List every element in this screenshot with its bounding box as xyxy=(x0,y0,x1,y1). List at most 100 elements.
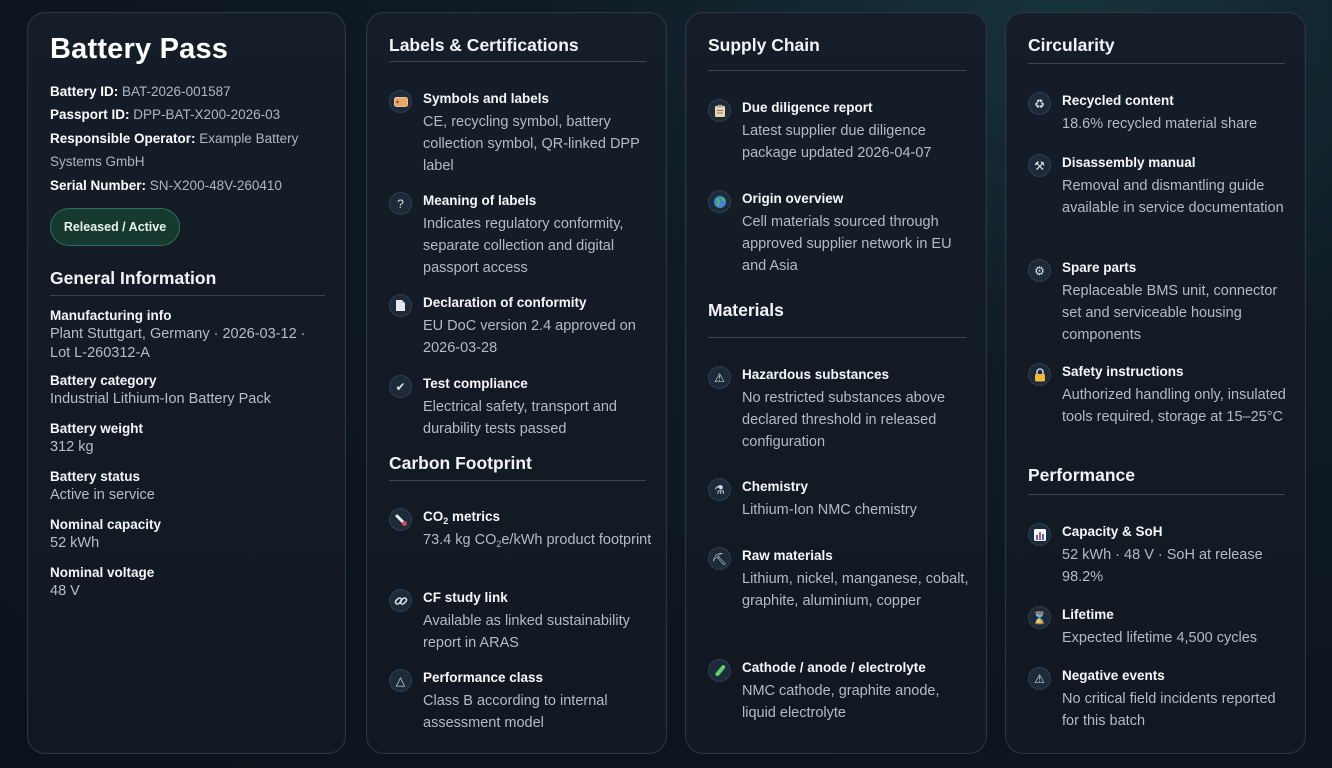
general-item-label: Battery weight xyxy=(50,421,144,436)
serial-value: SN-X200-48V-260410 xyxy=(149,178,282,193)
general-information-title: General Information xyxy=(50,268,217,288)
performance-title: Performance xyxy=(1028,465,1135,485)
warning-triangle-icon: △ xyxy=(389,669,412,692)
item-value: Available as linked sustainability repor… xyxy=(423,613,630,651)
divider xyxy=(708,70,966,71)
general-item-status: Battery status Active in service xyxy=(50,468,325,505)
general-item-value: Active in service xyxy=(50,487,155,503)
hazard-icon: ⚠ xyxy=(708,366,731,389)
item-label: CO2 metrics xyxy=(423,509,501,526)
hourglass-icon: ⌛ xyxy=(1028,606,1051,629)
item-label: Lifetime xyxy=(1062,607,1114,622)
general-item-weight: Battery weight 312 kg xyxy=(50,420,325,457)
item-label: Hazardous substances xyxy=(742,367,890,382)
bar-chart-icon xyxy=(1028,523,1051,546)
item-label: Cathode / anode / electrolyte xyxy=(742,660,926,675)
item-value: Latest supplier due diligence package up… xyxy=(742,123,932,161)
divider xyxy=(1028,63,1285,64)
item-value: Electrical safety, transport and durabil… xyxy=(423,399,617,437)
general-item-value: Plant Stuttgart, Germany · 2026-03-12 · … xyxy=(50,326,306,361)
battery-id-value: BAT-2026-001587 xyxy=(122,84,231,99)
pickaxe-icon: ⛏ xyxy=(708,547,731,570)
labels-certifications-title: Labels & Certifications xyxy=(389,35,579,55)
item-value: NMC cathode, graphite anode, liquid elec… xyxy=(742,683,940,721)
item-value: Lithium, nickel, manganese, cobalt, grap… xyxy=(742,571,969,609)
item-value: Class B according to internal assessment… xyxy=(423,693,608,731)
general-item-voltage: Nominal voltage 48 V xyxy=(50,564,325,601)
operator-row: Responsible Operator: Example Battery Sy… xyxy=(50,127,325,173)
general-item-label: Manufacturing info xyxy=(50,308,172,323)
globe-icon xyxy=(708,190,731,213)
item-value: Lithium-Ion NMC chemistry xyxy=(742,502,917,518)
divider xyxy=(50,295,325,296)
item-label: CF study link xyxy=(423,590,508,605)
document-icon xyxy=(389,294,412,317)
divider xyxy=(389,480,646,481)
item-value: 18.6% recycled material share xyxy=(1062,116,1258,132)
item-value: Authorized handling only, insulated tool… xyxy=(1062,387,1286,425)
item-value: CE, recycling symbol, battery collection… xyxy=(423,114,640,174)
supply-materials-card: Supply Chain Due diligence report Latest… xyxy=(685,12,987,754)
general-item-capacity: Nominal capacity 52 kWh xyxy=(50,516,325,553)
item-label: Meaning of labels xyxy=(423,193,537,208)
general-item-value: 52 kWh xyxy=(50,535,100,551)
item-value: 73.4 kg CO2e/kWh product footprint xyxy=(423,532,652,549)
general-item-label: Nominal voltage xyxy=(50,565,155,580)
item-value: No restricted substances above declared … xyxy=(742,390,946,450)
item-label: Spare parts xyxy=(1062,260,1137,275)
status-badge: Released / Active xyxy=(50,208,180,246)
item-value: No critical field incidents reported for… xyxy=(1062,691,1276,729)
label-tag-icon xyxy=(389,90,412,113)
item-value: 52 kWh · 48 V · SoH at release 98.2% xyxy=(1062,547,1263,585)
gear-icon: ⚙ xyxy=(1028,259,1051,282)
item-label: Due diligence report xyxy=(742,100,873,115)
item-label: Recycled content xyxy=(1062,93,1174,108)
thermometer-icon xyxy=(389,508,412,531)
general-item-label: Nominal capacity xyxy=(50,517,162,532)
item-value: EU DoC version 2.4 approved on 2026-03-2… xyxy=(423,318,636,356)
item-label: Origin overview xyxy=(742,191,844,206)
item-label: Raw materials xyxy=(742,548,833,563)
general-item-value: 312 kg xyxy=(50,439,94,455)
warning-icon: ⚠ xyxy=(1028,667,1051,690)
item-value: Removal and dismantling guide available … xyxy=(1062,178,1284,216)
item-value: Expected lifetime 4,500 cycles xyxy=(1062,630,1258,646)
operator-label: Responsible Operator: xyxy=(50,131,196,146)
question-icon: ? xyxy=(389,192,412,215)
general-item-label: Battery status xyxy=(50,469,141,484)
battery-pass-card: Battery Pass Battery ID: BAT-2026-001587… xyxy=(27,12,346,754)
circularity-title: Circularity xyxy=(1028,35,1115,55)
item-label: Negative events xyxy=(1062,668,1165,683)
recycle-icon: ♻ xyxy=(1028,92,1051,115)
item-value: Replaceable BMS unit, connector set and … xyxy=(1062,283,1278,343)
general-item-label: Battery category xyxy=(50,373,157,388)
item-label: Performance class xyxy=(423,670,544,685)
page-title: Battery Pass xyxy=(50,33,229,65)
tools-icon: ⚒ xyxy=(1028,154,1051,177)
item-label: Disassembly manual xyxy=(1062,155,1196,170)
general-item-category: Battery category Industrial Lithium-Ion … xyxy=(50,372,325,409)
item-label: Chemistry xyxy=(742,479,809,494)
labels-carbon-card: Labels & Certifications Symbols and labe… xyxy=(366,12,667,754)
battery-id-label: Battery ID: xyxy=(50,84,119,99)
passport-id-label: Passport ID: xyxy=(50,107,130,122)
item-label: Symbols and labels xyxy=(423,91,550,106)
item-value: Cell materials sourced through approved … xyxy=(742,214,952,274)
general-item-value: Industrial Lithium-Ion Battery Pack xyxy=(50,391,271,407)
circularity-performance-card: Circularity ♻ Recycled content 18.6% rec… xyxy=(1005,12,1306,754)
item-label: Declaration of conformity xyxy=(423,295,587,310)
flask-icon: ⚗ xyxy=(708,478,731,501)
checkmark-icon: ✔ xyxy=(389,375,412,398)
test-tube-icon xyxy=(708,659,731,682)
serial-label: Serial Number: xyxy=(50,178,147,193)
divider xyxy=(389,61,646,62)
materials-title: Materials xyxy=(708,300,784,320)
general-item-manufacturing: Manufacturing info Plant Stuttgart, Germ… xyxy=(50,307,325,363)
item-label: Test compliance xyxy=(423,376,528,391)
item-label: Capacity & SoH xyxy=(1062,524,1163,539)
divider xyxy=(1028,494,1285,495)
carbon-footprint-title: Carbon Footprint xyxy=(389,453,532,473)
supply-chain-title: Supply Chain xyxy=(708,35,820,55)
clipboard-icon xyxy=(708,99,731,122)
lock-icon xyxy=(1028,363,1051,386)
